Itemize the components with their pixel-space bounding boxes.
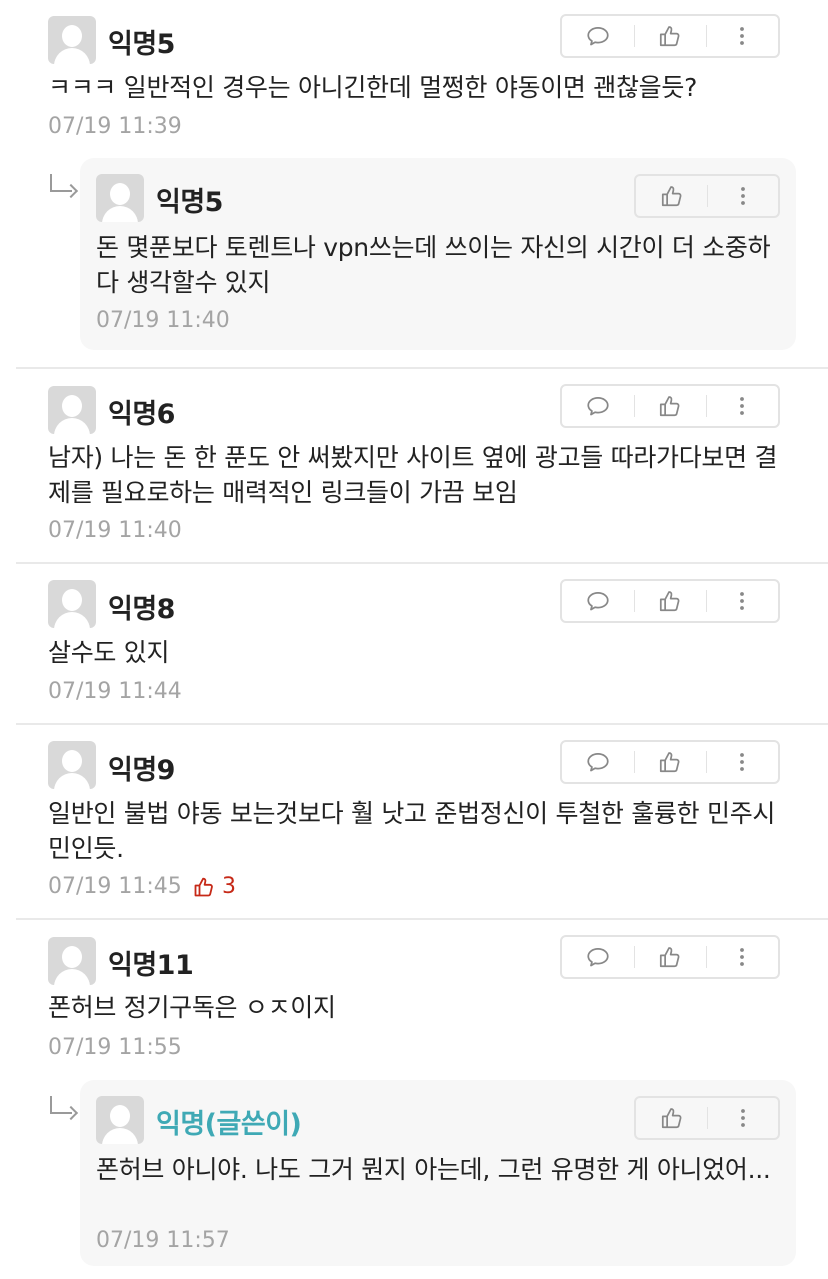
avatar	[48, 937, 96, 985]
comment-timestamp: 07/19 11:39	[48, 114, 182, 139]
speech-bubble-icon	[585, 588, 611, 614]
like-button[interactable]	[634, 16, 706, 56]
avatar	[48, 741, 96, 789]
like-button[interactable]	[636, 176, 707, 216]
more-button[interactable]	[706, 386, 778, 426]
more-button[interactable]	[707, 176, 778, 216]
thumbs-up-icon	[657, 749, 683, 775]
speech-bubble-icon	[585, 393, 611, 419]
thumbs-up-icon	[657, 944, 683, 970]
comment-text: 돈 몇푼보다 토렌트나 vpn쓰는데 쓰이는 자신의 시간이 더 소중하다 생각…	[96, 233, 771, 297]
comment-nickname: 익명11	[108, 950, 194, 981]
reply-button[interactable]	[562, 937, 634, 977]
thumbs-up-icon	[657, 393, 683, 419]
thumbs-up-icon	[192, 875, 216, 899]
like-button[interactable]	[636, 1098, 707, 1138]
vertical-dots-icon	[731, 184, 755, 208]
more-button[interactable]	[706, 16, 778, 56]
thumbs-up-icon	[657, 23, 683, 49]
reply-item: 익명5 돈 몇푼보다 토렌트나 vpn쓰는데 쓰이는 자신의 시간이 더 소중하…	[80, 158, 796, 350]
avatar	[96, 174, 144, 222]
vertical-dots-icon	[730, 394, 754, 418]
like-button[interactable]	[634, 581, 706, 621]
comment-actions	[560, 740, 780, 784]
vertical-dots-icon	[730, 945, 754, 969]
like-button[interactable]	[634, 742, 706, 782]
more-button[interactable]	[706, 937, 778, 977]
vertical-dots-icon	[730, 750, 754, 774]
divider	[16, 918, 828, 920]
thumbs-up-icon	[659, 1105, 685, 1131]
comment-actions	[560, 14, 780, 58]
like-count: 3	[192, 874, 236, 899]
like-button[interactable]	[634, 386, 706, 426]
comment-nickname: 익명9	[108, 755, 175, 786]
comment-actions	[634, 174, 780, 218]
more-button[interactable]	[706, 742, 778, 782]
comment-nickname: 익명5	[156, 187, 223, 218]
comment-timestamp: 07/19 11:44	[48, 679, 182, 704]
comment-actions	[560, 384, 780, 428]
comment-timestamp: 07/19 11:55	[48, 1035, 182, 1060]
speech-bubble-icon	[585, 944, 611, 970]
more-button[interactable]	[707, 1098, 778, 1138]
comment-nickname: 익명5	[108, 29, 175, 60]
reply-button[interactable]	[562, 581, 634, 621]
comment-timestamp: 07/19 11:57	[96, 1228, 230, 1253]
speech-bubble-icon	[585, 749, 611, 775]
thumbs-up-icon	[659, 183, 685, 209]
reply-item: 익명(글쓴이) 폰허브 아니야. 나도 그거 뭔지 아는데, 그런 유명한 게 …	[80, 1080, 796, 1266]
comment-nickname: 익명8	[108, 594, 175, 625]
divider	[16, 562, 828, 564]
reply-arrow-icon	[50, 174, 72, 192]
comment-text: ㅋㅋㅋ 일반적인 경우는 아니긴한데 멀쩡한 야동이면 괜찮을듯?	[48, 73, 698, 102]
avatar	[48, 386, 96, 434]
reply-button[interactable]	[562, 16, 634, 56]
reply-button[interactable]	[562, 386, 634, 426]
comment-text: 폰허브 아니야. 나도 그거 뭔지 아는데, 그런 유명한 게 아니었어...	[96, 1155, 771, 1184]
comment-timestamp: 07/19 11:45	[48, 874, 182, 899]
comment-actions	[560, 579, 780, 623]
divider	[16, 367, 828, 369]
divider	[16, 723, 828, 725]
comment-text: 남자) 나는 돈 한 푼도 안 써봤지만 사이트 옆에 광고들 따라가다보면 결…	[48, 443, 778, 507]
vertical-dots-icon	[730, 24, 754, 48]
like-button[interactable]	[634, 937, 706, 977]
more-button[interactable]	[706, 581, 778, 621]
author-nickname: 익명(글쓴이)	[156, 1109, 302, 1140]
reply-arrow-icon	[50, 1096, 72, 1114]
speech-bubble-icon	[585, 23, 611, 49]
avatar	[96, 1096, 144, 1144]
comment-text: 일반인 불법 야동 보는것보다 훨 낫고 준법정신이 투철한 훌륭한 민주시민인…	[48, 799, 776, 863]
thumbs-up-icon	[657, 588, 683, 614]
comment-text: 폰허브 정기구독은 ㅇㅈ이지	[48, 993, 336, 1022]
comment-nickname: 익명6	[108, 399, 175, 430]
comment-actions	[560, 935, 780, 979]
vertical-dots-icon	[730, 589, 754, 613]
comment-text: 살수도 있지	[48, 638, 170, 667]
vertical-dots-icon	[731, 1106, 755, 1130]
avatar	[48, 16, 96, 64]
reply-button[interactable]	[562, 742, 634, 782]
comment-timestamp: 07/19 11:40	[96, 308, 230, 333]
comment-timestamp: 07/19 11:40	[48, 518, 182, 543]
comment-actions	[634, 1096, 780, 1140]
avatar	[48, 580, 96, 628]
like-count-value: 3	[222, 874, 236, 899]
